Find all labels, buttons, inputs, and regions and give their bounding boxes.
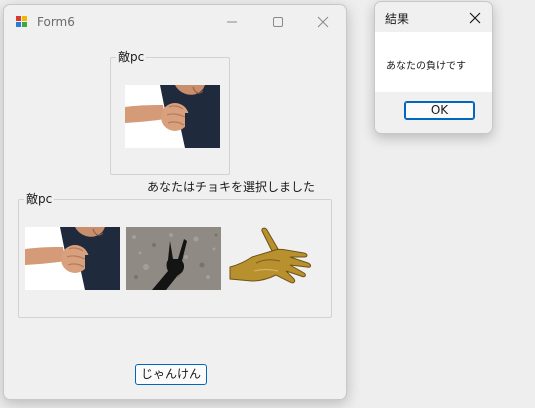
choice-groupbox: 敵pc (18, 192, 332, 318)
form-app-icon (16, 16, 28, 28)
main-window: Form6 敵pc あなたはチョキを選択しました 敵pc じゃんけん (3, 4, 347, 400)
choice-groupbox-legend: 敵pc (24, 192, 55, 206)
close-button[interactable] (301, 5, 345, 39)
title-bar[interactable]: Form6 (4, 5, 346, 39)
close-icon (317, 16, 329, 28)
minimize-button[interactable] (210, 5, 254, 39)
maximize-icon (273, 17, 283, 27)
rock-choice-image[interactable] (25, 227, 120, 290)
janken-button[interactable]: じゃんけん (135, 364, 207, 385)
maximize-button[interactable] (256, 5, 300, 39)
selection-message: あなたはチョキを選択しました (147, 180, 316, 194)
enemy-groupbox: 敵pc (110, 50, 230, 175)
enemy-groupbox-legend: 敵pc (116, 50, 147, 64)
dialog-close-button[interactable] (463, 6, 487, 30)
close-icon (469, 12, 481, 24)
dialog-title: 結果 (385, 12, 410, 26)
minimize-icon (227, 21, 237, 23)
dialog-message: あなたの負けです (386, 61, 466, 72)
dialog-body: あなたの負けです (375, 32, 492, 92)
window-title: Form6 (37, 15, 75, 29)
enemy-hand-image[interactable] (125, 85, 220, 148)
ok-button[interactable]: OK (404, 101, 475, 120)
result-dialog: 結果 あなたの負けです OK (374, 1, 493, 134)
scissors-choice-image[interactable] (126, 227, 221, 290)
paper-choice-image[interactable] (226, 227, 321, 290)
